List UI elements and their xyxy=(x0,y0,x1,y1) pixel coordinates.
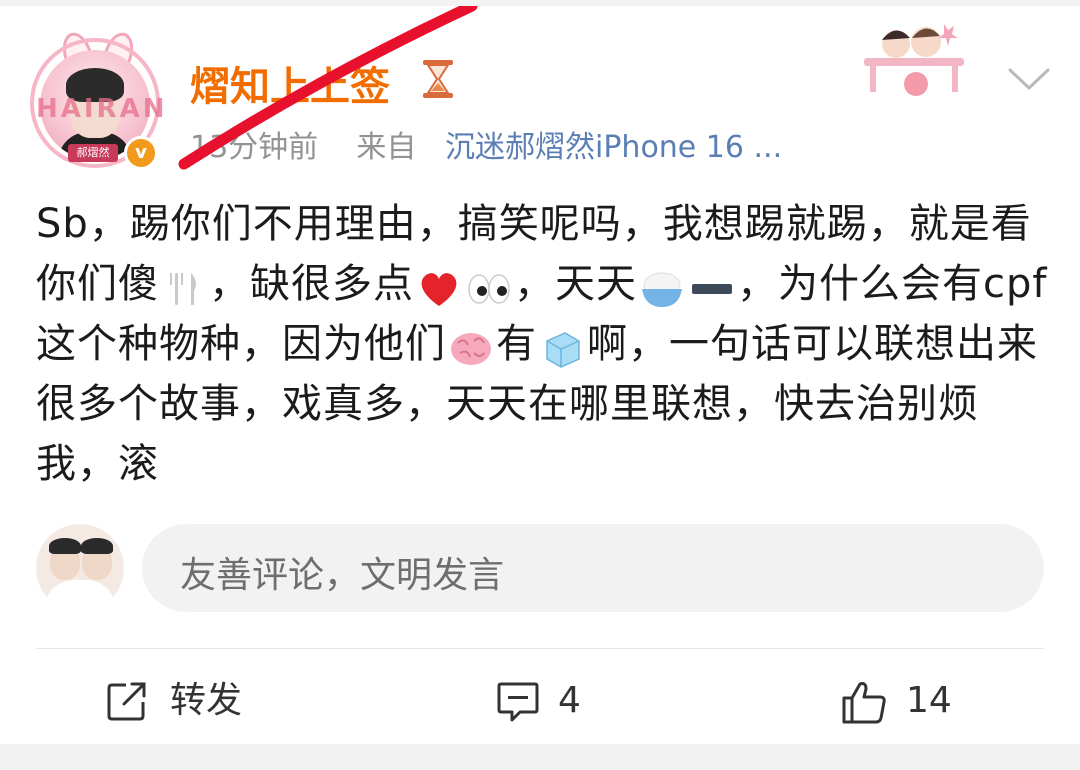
hourglass-icon xyxy=(423,60,453,98)
post-body: Sb，踢你们不用理由，搞笑呢吗，我想踢就踢，就是看你们傻 ，缺很多点 ，天天 ，为什么… xyxy=(36,201,1048,487)
comment-icon xyxy=(497,682,539,722)
like-count: 14 xyxy=(906,680,952,721)
brain-icon xyxy=(448,326,494,366)
avatar-frame-text: HAIRAN xyxy=(36,94,168,124)
repost-button[interactable]: 转发 xyxy=(106,676,276,726)
user-avatar[interactable]: HAIRAN 郝熠然 v xyxy=(30,28,168,172)
comment-input[interactable]: 友善评论，文明发言 xyxy=(142,524,1044,612)
from-label: 来自 xyxy=(356,130,417,165)
fork-knife-icon xyxy=(161,266,207,306)
avatar-name-tag: 郝熠然 xyxy=(68,144,118,162)
chevron-down-icon[interactable] xyxy=(1006,64,1052,94)
post-time: 13分钟前 xyxy=(190,130,319,165)
post-card: HAIRAN 郝熠然 v 熠知上上签 13分钟前 来自 沉迷郝熠然iPhone … xyxy=(0,6,1080,744)
comment-count: 4 xyxy=(558,680,581,721)
post-meta: 13分钟前 来自 沉迷郝熠然iPhone 16 ... xyxy=(190,122,782,166)
repost-icon xyxy=(107,682,146,721)
comment-button[interactable]: 4 xyxy=(496,676,596,726)
username[interactable]: 熠知上上签 xyxy=(190,54,390,112)
red-heart-icon xyxy=(416,266,462,306)
divider xyxy=(36,648,1044,649)
like-button[interactable]: 14 xyxy=(840,676,980,726)
comment-placeholder: 友善评论，文明发言 xyxy=(180,555,505,596)
thumbs-up-icon xyxy=(842,682,886,724)
rice-bowl-icon xyxy=(639,266,685,307)
verified-badge-icon: v xyxy=(124,136,158,170)
post-source-link[interactable]: 沉迷郝熠然iPhone 16 ... xyxy=(445,130,782,165)
my-avatar[interactable] xyxy=(36,524,124,612)
minus-icon xyxy=(689,266,735,306)
ice-cube-icon xyxy=(539,326,585,368)
decorative-sticker xyxy=(864,24,964,96)
repost-label: 转发 xyxy=(170,680,243,721)
eyes-icon xyxy=(466,266,512,306)
